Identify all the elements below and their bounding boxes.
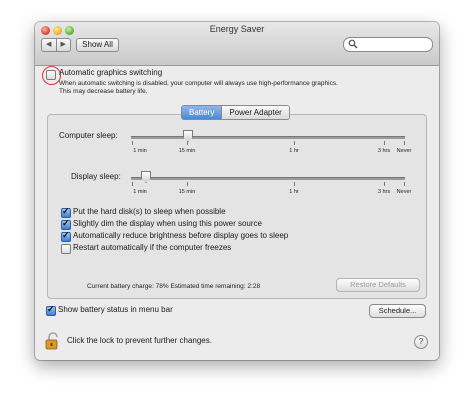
reduce-brightness-label: Automatically reduce brightness before d… (73, 231, 289, 240)
graphics-note-line1: When automatic switching is disabled, yo… (59, 80, 338, 87)
dim-display-label: Slightly dim the display when using this… (73, 219, 262, 228)
hard-disk-sleep-label: Put the hard disk(s) to sleep when possi… (73, 207, 226, 216)
tick (294, 141, 295, 145)
tab-power-adapter[interactable]: Power Adapter (221, 106, 289, 119)
tick-label: 1 min (133, 148, 147, 154)
search-icon (348, 39, 358, 49)
graphics-note-line2: This may decrease battery life. (59, 88, 148, 95)
title-bar: Energy Saver ◀ ▶ Show All (35, 22, 439, 66)
tick (404, 141, 405, 145)
tick-label: 1 hr (289, 148, 299, 154)
show-all-button[interactable]: Show All (76, 38, 119, 52)
restore-defaults-button[interactable]: Restore Defaults (336, 278, 420, 292)
power-source-tabs: Battery Power Adapter (181, 105, 290, 120)
tick-label: Never (396, 189, 412, 195)
battery-status-text: Current battery charge: 78% Estimated ti… (87, 283, 261, 290)
back-button[interactable]: ◀ (42, 39, 56, 51)
computer-sleep-label: Computer sleep: (59, 131, 118, 140)
tick-label: 15 min (178, 189, 196, 195)
tick-label: 3 hrs (377, 189, 391, 195)
tick (404, 182, 405, 186)
tick (132, 141, 133, 145)
forward-button[interactable]: ▶ (55, 39, 71, 51)
tick-label: 1 min (133, 189, 147, 195)
tick-label: 3 hrs (377, 148, 391, 154)
menu-bar-status-label: Show battery status in menu bar (58, 305, 173, 314)
menu-bar-status-checkbox[interactable] (46, 304, 56, 316)
graphics-switching-checkbox[interactable] (46, 70, 56, 80)
display-sleep-label: Display sleep: (71, 172, 121, 181)
help-button[interactable]: ? (414, 335, 428, 349)
back-forward-group: ◀ ▶ (41, 38, 71, 52)
graphics-switching-label: Automatic graphics switching (59, 68, 163, 77)
tick-label: 15 min (178, 148, 196, 154)
tick (294, 182, 295, 186)
window-title: Energy Saver (209, 24, 265, 34)
tick (384, 182, 385, 186)
computer-sleep-track[interactable] (131, 136, 405, 139)
schedule-button[interactable]: Schedule... (369, 304, 426, 318)
reduce-brightness-checkbox[interactable] (61, 230, 71, 242)
tick (187, 141, 188, 145)
display-sleep-track[interactable] (131, 177, 405, 180)
energy-saver-window: Energy Saver ◀ ▶ Show All Automatic grap… (35, 22, 439, 360)
search-field[interactable] (343, 37, 433, 52)
restart-freeze-checkbox[interactable] (61, 244, 71, 254)
tick-label: 1 hr (289, 189, 299, 195)
lock-label: Click the lock to prevent further change… (67, 336, 212, 345)
tick (384, 141, 385, 145)
screenshot-canvas: Energy Saver ◀ ▶ Show All Automatic grap… (0, 0, 474, 408)
dim-display-checkbox[interactable] (61, 218, 71, 230)
tick (132, 182, 133, 186)
tick (187, 182, 188, 186)
tick-label: Never (396, 148, 412, 154)
tab-battery[interactable]: Battery (182, 106, 222, 119)
hard-disk-sleep-checkbox[interactable] (61, 206, 71, 218)
restart-freeze-label: Restart automatically if the computer fr… (73, 243, 232, 252)
lock-icon[interactable] (45, 332, 61, 350)
